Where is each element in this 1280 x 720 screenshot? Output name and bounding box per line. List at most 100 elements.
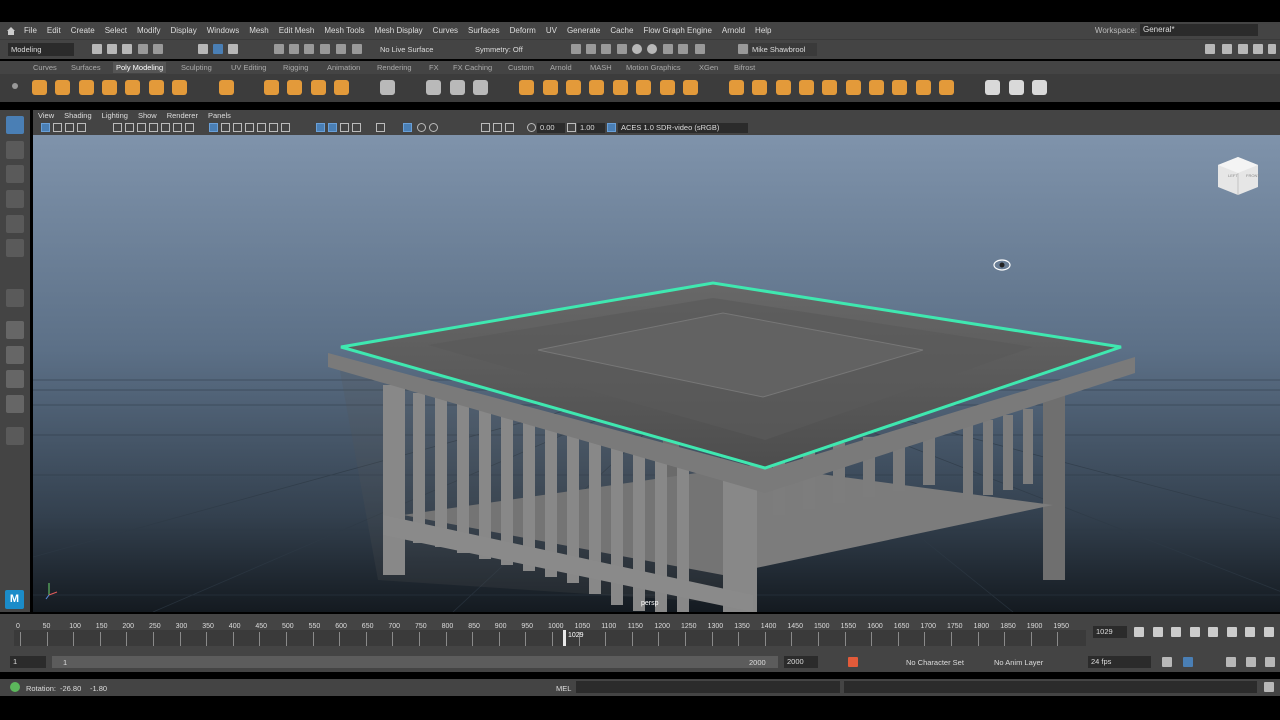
anti-aliasing-icon[interactable] [429, 123, 438, 132]
two-panel-layout-icon[interactable] [6, 370, 24, 388]
shelf-tab-motion-graphics[interactable]: Motion Graphics [626, 63, 681, 72]
last-tool-icon[interactable] [6, 289, 24, 307]
scale-tool-icon[interactable] [6, 239, 24, 257]
extract-icon[interactable] [660, 80, 675, 95]
new-scene-icon[interactable] [92, 44, 102, 54]
menu-generate[interactable]: Generate [563, 26, 606, 35]
select-edge-loop-icon[interactable] [426, 80, 441, 95]
isolate-select-icon[interactable] [376, 123, 385, 132]
ipr-render-icon[interactable] [617, 44, 627, 54]
snap-surface-icon[interactable] [336, 44, 346, 54]
gate-mask-icon[interactable] [149, 123, 158, 132]
modeling-toolkit-icon[interactable] [1205, 44, 1215, 54]
hud-toggle-icon[interactable] [403, 123, 412, 132]
menu-deform[interactable]: Deform [506, 26, 542, 35]
smooth-icon[interactable] [566, 80, 581, 95]
menu-file[interactable]: File [20, 26, 43, 35]
shelf-tab-arnold[interactable]: Arnold [550, 63, 572, 72]
wireframe-on-shaded-icon[interactable] [233, 123, 242, 132]
combine-icon[interactable] [519, 80, 534, 95]
safe-action-icon[interactable] [173, 123, 182, 132]
uv-editor-icon[interactable] [380, 80, 395, 95]
select-hierarchy-icon[interactable] [198, 44, 208, 54]
panel-menu-view[interactable]: View [33, 111, 59, 120]
multisample-icon[interactable] [505, 123, 514, 132]
shelf-tab-custom[interactable]: Custom [508, 63, 534, 72]
shelf-tab-uv-editing[interactable]: UV Editing [231, 63, 266, 72]
shelf-tab-fx[interactable]: FX [429, 63, 439, 72]
loop-icon[interactable] [1162, 657, 1172, 667]
play-backwards-icon[interactable] [1190, 627, 1200, 637]
range-start-label[interactable]: 1 [63, 658, 67, 667]
auto-key-icon[interactable] [848, 657, 858, 667]
step-forward-key-icon[interactable] [1227, 627, 1237, 637]
poly-plane-icon[interactable] [149, 80, 164, 95]
boolean-union-icon[interactable] [589, 80, 604, 95]
select-edge-ring-icon[interactable] [450, 80, 465, 95]
menu-mesh-display[interactable]: Mesh Display [371, 26, 429, 35]
outliner-layout-icon[interactable] [6, 395, 24, 413]
tool-settings-icon[interactable] [1238, 44, 1248, 54]
save-scene-icon[interactable] [122, 44, 132, 54]
depth-of-field-icon[interactable] [481, 123, 490, 132]
shelf-tab-surfaces[interactable]: Surfaces [71, 63, 101, 72]
connect-icon[interactable] [846, 80, 861, 95]
planar-uv-icon[interactable] [985, 80, 1000, 95]
paint-select-tool-icon[interactable] [6, 165, 24, 183]
shelf-tab-fx-caching[interactable]: FX Caching [453, 63, 492, 72]
gamma-field[interactable]: 1.00 [577, 123, 605, 133]
append-polygon-icon[interactable] [892, 80, 907, 95]
time-slider[interactable]: 0 50 100 150 200 250 300 350 400 450 500 550 600 650 7… [0, 614, 1280, 652]
select-camera-icon[interactable] [41, 123, 50, 132]
render-frame-icon[interactable] [586, 44, 596, 54]
anim-layer-dropdown[interactable]: No Anim Layer [994, 658, 1043, 667]
character-set-dropdown[interactable]: No Character Set [906, 658, 964, 667]
collapse-icon[interactable] [939, 80, 954, 95]
pause-viewport-icon[interactable] [695, 44, 705, 54]
shelf-tab-bifrost[interactable]: Bifrost [734, 63, 755, 72]
snap-live-icon[interactable] [352, 44, 362, 54]
poly-svg-icon[interactable] [334, 80, 349, 95]
sweep-mesh-icon[interactable] [287, 80, 302, 95]
menu-uv[interactable]: UV [542, 26, 563, 35]
menu-mesh-tools[interactable]: Mesh Tools [320, 26, 370, 35]
range-end-label[interactable]: 2000 [749, 658, 766, 667]
render-setup-icon[interactable] [663, 44, 673, 54]
quad-draw-icon[interactable] [869, 80, 884, 95]
command-input[interactable] [576, 681, 840, 693]
move-tool-icon[interactable] [6, 190, 24, 208]
menu-windows[interactable]: Windows [203, 26, 245, 35]
range-slider-bar[interactable] [52, 656, 778, 668]
live-surface-label[interactable]: No Live Surface [380, 45, 433, 54]
panel-menu-show[interactable]: Show [133, 111, 162, 120]
viewport-persp[interactable]: LEFT FRONT persp [33, 135, 1280, 612]
snap-grid-icon[interactable] [274, 44, 284, 54]
separate-icon[interactable] [543, 80, 558, 95]
extrude-icon[interactable] [729, 80, 744, 95]
textured-icon[interactable] [245, 123, 254, 132]
resolution-gate-icon[interactable] [137, 123, 146, 132]
panel-menu-renderer[interactable]: Renderer [162, 111, 203, 120]
user-account-dropdown[interactable]: Mike Shawbrool [749, 43, 817, 56]
sound-icon[interactable] [1226, 657, 1236, 667]
panel-menu-lighting[interactable]: Lighting [97, 111, 133, 120]
search-icon[interactable] [6, 427, 24, 445]
super-shape-icon[interactable] [264, 80, 279, 95]
menu-surfaces[interactable]: Surfaces [464, 26, 506, 35]
menu-arnold[interactable]: Arnold [718, 26, 751, 35]
xray-active-icon[interactable] [328, 123, 337, 132]
menu-modify[interactable]: Modify [133, 26, 167, 35]
panel-menu-shading[interactable]: Shading [59, 111, 97, 120]
lasso-tool-icon[interactable] [6, 141, 24, 159]
shelf-settings-icon[interactable] [12, 83, 18, 89]
poly-sphere-icon[interactable] [32, 80, 47, 95]
xray-icon[interactable] [316, 123, 325, 132]
mirror-icon[interactable] [636, 80, 651, 95]
snap-point-icon[interactable] [304, 44, 314, 54]
poly-cube-icon[interactable] [55, 80, 70, 95]
fps-dropdown[interactable]: 24 fps [1088, 656, 1151, 668]
fill-hole-icon[interactable] [683, 80, 698, 95]
viewcube-left-label[interactable]: LEFT [1228, 173, 1238, 178]
panel-menu-panels[interactable]: Panels [203, 111, 236, 120]
safe-title-icon[interactable] [185, 123, 194, 132]
